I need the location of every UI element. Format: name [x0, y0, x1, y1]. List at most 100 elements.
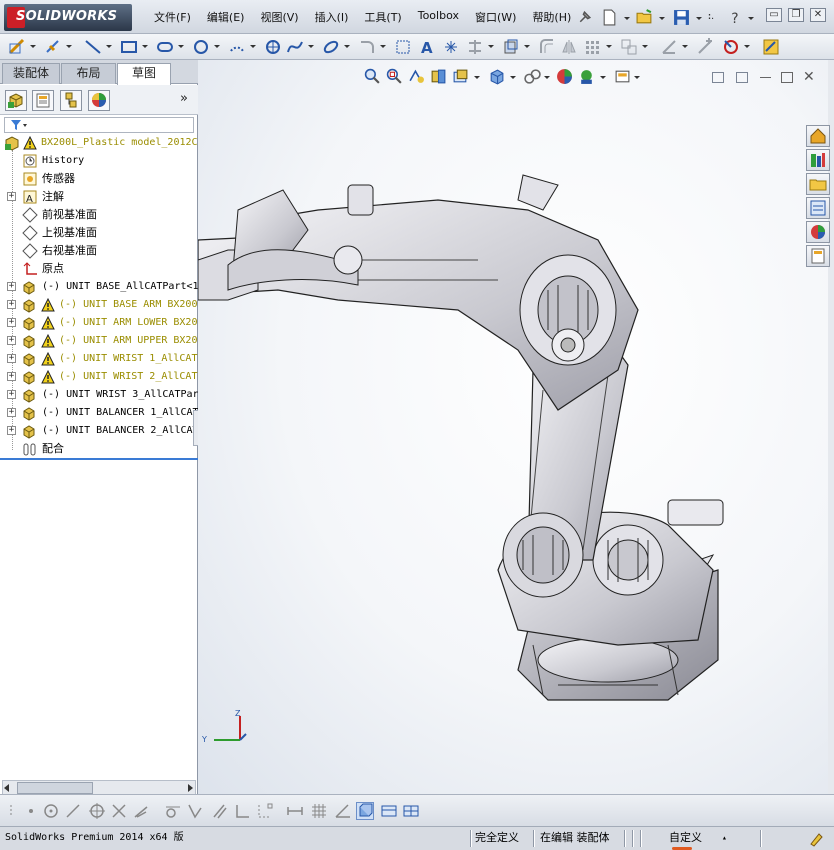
pattern-dropdown-icon[interactable] — [606, 45, 612, 48]
edit-appearance-icon[interactable] — [556, 68, 573, 85]
open-dropdown-icon[interactable] — [659, 17, 665, 20]
tangent-snap-icon[interactable] — [164, 802, 182, 820]
menu-view[interactable]: 视图(V) — [252, 9, 306, 25]
display-style-dropdown-icon[interactable] — [544, 76, 550, 79]
rapid-sketch-icon[interactable] — [762, 38, 780, 56]
design-library-icon[interactable] — [806, 149, 830, 171]
apply-scene-icon[interactable] — [578, 68, 595, 85]
close-button[interactable]: ✕ — [810, 8, 826, 22]
help-icon[interactable]: ? — [728, 9, 745, 26]
move-dropdown-icon[interactable] — [642, 45, 648, 48]
zoom-to-fit-icon[interactable] — [364, 68, 381, 85]
parallel-snap-icon[interactable] — [210, 802, 228, 820]
menu-edit[interactable]: 编辑(E) — [199, 9, 253, 25]
center-snap-icon[interactable] — [42, 802, 60, 820]
slot-icon[interactable] — [156, 38, 174, 56]
sketch-icon[interactable] — [8, 38, 26, 56]
circle-icon[interactable] — [192, 38, 210, 56]
arc-dropdown-icon[interactable] — [250, 45, 256, 48]
intersection-snap-icon[interactable] — [110, 802, 128, 820]
spline-dropdown-icon[interactable] — [308, 45, 314, 48]
custom-properties-icon[interactable] — [806, 245, 830, 267]
robot-arm-model[interactable] — [198, 140, 758, 720]
minimize-button[interactable]: ▭ — [766, 8, 782, 22]
previous-view-icon[interactable] — [408, 68, 425, 85]
rectangle-icon[interactable] — [120, 38, 138, 56]
tree-item[interactable]: 原点 — [0, 260, 198, 278]
repair-sketch-icon[interactable] — [722, 38, 740, 56]
repair-dropdown-icon[interactable] — [744, 45, 750, 48]
tab-sketch[interactable]: 草图 — [117, 63, 171, 85]
tree-item[interactable]: + (-) UNIT ARM LOWER BX20 — [0, 314, 198, 332]
new-document-icon[interactable] — [601, 9, 618, 26]
view-orientation-icon[interactable] — [488, 68, 505, 85]
fillet-dropdown-icon[interactable] — [380, 45, 386, 48]
line-icon[interactable] — [84, 38, 102, 56]
fillet-icon[interactable] — [358, 38, 376, 56]
filter-icon[interactable] — [10, 119, 28, 131]
graphics-area[interactable]: ✕ Z Y — [198, 60, 834, 794]
view-palette-icon[interactable] — [806, 197, 830, 219]
convert-entities-icon[interactable] — [502, 38, 520, 56]
scroll-left-icon[interactable] — [4, 784, 9, 792]
tab-layout[interactable]: 布局 — [61, 63, 116, 84]
feature-manager-icon[interactable] — [5, 90, 27, 111]
horizontal-vertical-points-icon[interactable] — [256, 802, 274, 820]
menu-help[interactable]: 帮助(H) — [524, 9, 579, 25]
angle-snap-icon[interactable] — [334, 802, 352, 820]
circle-dropdown-icon[interactable] — [214, 45, 220, 48]
viewport-split-icon[interactable] — [736, 72, 748, 83]
help-dropdown-icon[interactable] — [748, 17, 754, 20]
layout-toggle-icon[interactable] — [380, 802, 398, 820]
arc-icon[interactable] — [228, 38, 246, 56]
line-dropdown-icon[interactable] — [106, 45, 112, 48]
view-settings-icon[interactable] — [614, 68, 631, 85]
ellipse-icon[interactable] — [322, 38, 340, 56]
tree-item[interactable]: + (-) UNIT BASE ARM BX200 — [0, 296, 198, 314]
offset-entities-icon[interactable] — [538, 38, 556, 56]
viewport-close-icon[interactable]: ✕ — [803, 69, 815, 85]
menu-tools[interactable]: 工具(T) — [356, 9, 409, 25]
unit-system-caret-icon[interactable]: ▴ — [722, 830, 727, 847]
tree-item[interactable]: 上视基准面 — [0, 224, 198, 242]
rebuild-notification-icon[interactable] — [808, 831, 824, 847]
save-dropdown-icon[interactable] — [696, 17, 702, 20]
trim-dropdown-icon[interactable] — [488, 45, 494, 48]
tree-item[interactable]: 传感器 — [0, 170, 198, 188]
point-snap-icon[interactable] — [22, 802, 40, 820]
tree-item[interactable]: 右视基准面 — [0, 242, 198, 260]
expand-toggle-icon[interactable]: + — [7, 426, 16, 435]
add-relation-icon[interactable] — [696, 38, 714, 56]
sketch-dropdown-icon[interactable] — [30, 45, 36, 48]
smart-dimension-icon[interactable] — [44, 38, 62, 56]
tree-item[interactable]: 前视基准面 — [0, 206, 198, 224]
expand-toggle-icon[interactable]: + — [7, 408, 16, 417]
3d-view-toggle-icon[interactable] — [356, 802, 374, 820]
polygon-icon[interactable] — [264, 38, 282, 56]
tree-item[interactable]: + (-) UNIT BALANCER 2_AllCAT — [0, 422, 198, 440]
menu-window[interactable]: 窗口(W) — [467, 9, 524, 25]
grid-snap-icon[interactable] — [310, 802, 328, 820]
options-overflow-icon[interactable]: ꓽ. — [708, 11, 714, 22]
perpendicular-snap-icon[interactable] — [186, 802, 204, 820]
open-folder-icon[interactable] — [636, 9, 653, 26]
point-icon[interactable] — [442, 38, 460, 56]
expand-toggle-icon[interactable]: + — [7, 282, 16, 291]
expand-toggle-icon[interactable]: + — [7, 318, 16, 327]
unit-system-selector[interactable]: 自定义 — [669, 830, 702, 847]
appearances-icon[interactable] — [806, 221, 830, 243]
length-snap-icon[interactable] — [286, 802, 304, 820]
plane-grid-icon[interactable] — [394, 38, 412, 56]
mirror-entities-icon[interactable] — [560, 38, 578, 56]
relations-dropdown-icon[interactable] — [682, 45, 688, 48]
orientation-dropdown-icon[interactable] — [510, 76, 516, 79]
table-toggle-icon[interactable] — [402, 802, 420, 820]
settings-dropdown-icon[interactable] — [634, 76, 640, 79]
new-dropdown-icon[interactable] — [624, 17, 630, 20]
expand-toggle-icon[interactable]: + — [7, 336, 16, 345]
move-entities-icon[interactable] — [620, 38, 638, 56]
scene-dropdown-icon[interactable] — [600, 76, 606, 79]
viewport-tile-icon[interactable] — [712, 72, 724, 83]
menu-file[interactable]: 文件(F) — [146, 9, 199, 25]
property-manager-icon[interactable] — [32, 90, 54, 111]
